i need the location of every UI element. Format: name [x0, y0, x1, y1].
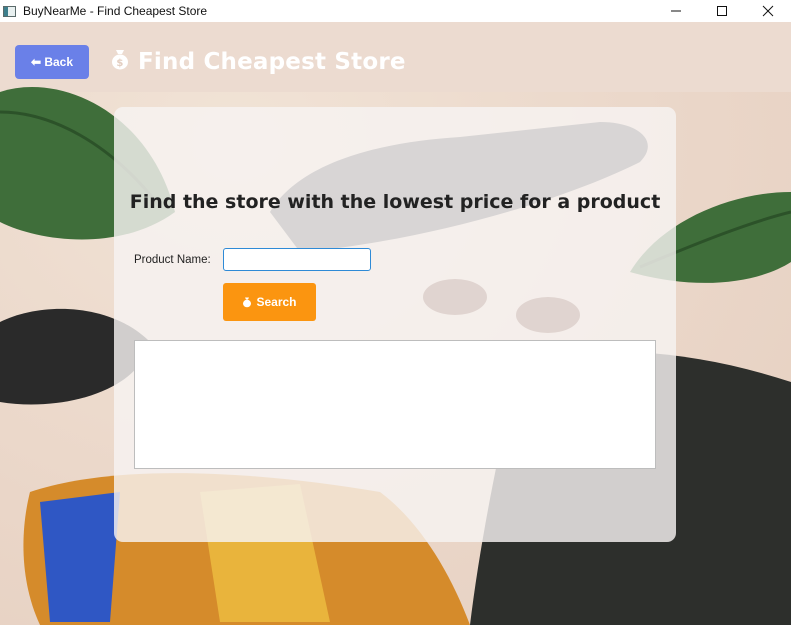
search-button[interactable]: Search [223, 283, 316, 321]
search-button-label: Search [256, 295, 297, 309]
minimize-icon [671, 10, 681, 12]
back-button[interactable]: ⬅ Back [15, 45, 89, 79]
maximize-button[interactable] [699, 0, 745, 22]
minimize-button[interactable] [653, 0, 699, 22]
product-name-input[interactable] [223, 248, 371, 271]
title-bar: BuyNearMe - Find Cheapest Store [0, 0, 791, 22]
product-name-label: Product Name: [134, 254, 211, 266]
window-title: BuyNearMe - Find Cheapest Store [23, 4, 208, 18]
svg-text:$: $ [116, 58, 123, 69]
money-bag-icon: $ [110, 48, 130, 76]
form-heading: Find the store with the lowest price for… [129, 191, 661, 213]
app-icon [3, 5, 16, 17]
page-title-text: Find Cheapest Store [138, 49, 406, 75]
maximize-icon [717, 6, 727, 16]
window-controls [653, 0, 791, 22]
close-button[interactable] [745, 0, 791, 22]
money-bag-icon [242, 296, 252, 308]
close-icon [762, 5, 774, 17]
search-card: Find the store with the lowest price for… [114, 107, 676, 542]
results-area[interactable] [134, 340, 656, 469]
page-title: $ Find Cheapest Store [110, 46, 406, 78]
